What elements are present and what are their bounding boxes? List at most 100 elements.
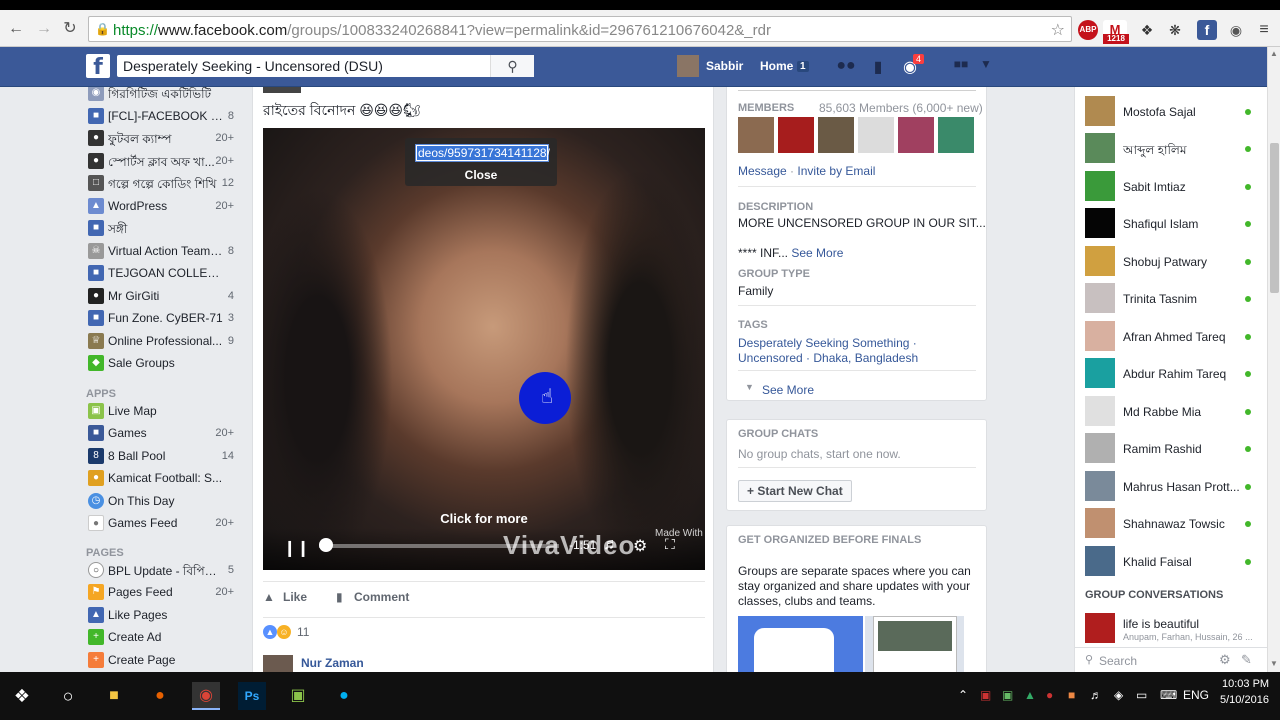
compose-icon[interactable]: ✎ [1241,652,1252,668]
commenter-name[interactable]: Nur Zaman [301,656,364,670]
video-url-field[interactable]: deos/959731734141128/ [415,144,550,162]
sidebar-page-item[interactable]: + Create Page [86,650,252,670]
sidebar-group-item[interactable]: ● Mr GirGiti 4 [86,286,252,306]
chat-contact[interactable]: Mahrus Hasan Prott... [1085,471,1265,503]
like-button[interactable]: Like [283,590,307,604]
camera-icon[interactable]: ◉ [1226,20,1246,40]
sidebar-group-item[interactable]: ◉ গিরগিটিজ একটিভিটি [86,87,252,103]
member-avatar[interactable] [898,117,934,153]
messages-icon[interactable]: ▮ [867,57,889,77]
sidebar-page-item[interactable]: + Create Ad [86,627,252,647]
back-icon[interactable]: ← [6,19,26,39]
forward-icon[interactable]: → [34,19,54,39]
progress-track[interactable] [319,544,559,548]
chat-settings-icon[interactable]: ⚙ [1219,652,1231,668]
click-for-more[interactable]: Click for more [263,511,705,526]
sidebar-app-item[interactable]: ▣ Live Map [86,401,252,421]
language-indicator[interactable]: ENG [1183,688,1209,702]
video-player[interactable]: deos/959731734141128/ Close ☝ Click for … [263,128,705,570]
chat-contact[interactable]: Shahnawaz Towsic [1085,508,1265,540]
facebook-logo-icon[interactable]: f [86,54,110,80]
facebook-search-input[interactable]: Desperately Seeking - Uncensored (DSU) ⚲ [117,55,534,77]
see-more-link[interactable]: See More [791,246,843,260]
clock-date[interactable]: 5/10/2016 [1220,694,1269,706]
settings-gear-icon[interactable]: ⚙ [633,536,647,556]
tags-line[interactable]: Desperately Seeking Something · [738,336,917,350]
comment-button[interactable]: Comment [354,590,409,604]
scroll-down-icon[interactable]: ▼ [1270,659,1278,668]
member-avatar[interactable] [778,117,814,153]
wifi-icon[interactable]: ◈ [1114,688,1123,702]
reactions-row[interactable]: ▲ ☺ 11 [263,617,705,645]
chat-contact[interactable]: Ramim Rashid [1085,433,1265,465]
tray-expand-icon[interactable]: ⌃ [958,688,968,702]
page-scrollbar[interactable]: ▲ ▼ [1267,47,1280,672]
start-new-chat-button[interactable]: + Start New Chat [738,480,852,502]
sidebar-group-item[interactable]: ■ সঙ্গী [86,218,252,238]
account-menu-icon[interactable]: ▼ [975,57,997,77]
chat-contact[interactable]: Shafiqul Islam [1085,208,1265,240]
puzzle-icon[interactable]: ❋ [1165,20,1185,40]
sidebar-group-item[interactable]: ● ফুটবল ক্যাম্প 20+ [86,128,252,148]
chat-contact[interactable]: আব্দুল হালিম [1085,133,1265,165]
winrar-icon[interactable]: ▣ [284,682,312,710]
menu-icon[interactable]: ≡ [1254,20,1274,40]
gmail-icon[interactable]: M 1218 [1103,20,1129,44]
privacy-icon[interactable]: ■■ [950,57,972,77]
chat-contact[interactable]: Khalid Faisal [1085,546,1265,578]
see-more-button[interactable]: See More [762,383,814,397]
progress-handle[interactable] [319,538,333,552]
adblock-icon[interactable]: ABP [1078,20,1098,40]
volume-icon[interactable]: ♬ [603,536,619,554]
user-avatar[interactable] [677,55,699,77]
sidebar-app-item[interactable]: ■ Games 20+ [86,423,252,443]
reload-icon[interactable]: ↻ [60,19,80,39]
battery-icon[interactable]: ▭ [1136,688,1147,702]
sidebar-page-item[interactable]: ⚑ Pages Feed 20+ [86,582,252,602]
chat-contact[interactable]: Trinita Tasnim [1085,283,1265,315]
scrollbar-thumb[interactable] [1270,143,1279,293]
invite-link[interactable]: Invite by Email [797,164,875,178]
search-icon[interactable]: ⚲ [490,55,534,77]
chat-contact[interactable]: Abdur Rahim Tareq [1085,358,1265,390]
sidebar-app-item[interactable]: ● Kamicat Football: S... [86,468,252,488]
extension-icon[interactable]: ❖ [1137,20,1157,40]
bookmark-star-icon[interactable]: ☆ [1051,20,1065,40]
scroll-up-icon[interactable]: ▲ [1270,49,1278,58]
member-avatar[interactable] [858,117,894,153]
commenter-avatar[interactable] [263,655,293,672]
keyboard-icon[interactable]: ⌨ [1160,688,1177,702]
sidebar-app-item[interactable]: ● Games Feed 20+ [86,513,252,533]
friend-requests-icon[interactable]: ●● [835,57,857,77]
sidebar-group-item[interactable]: ■ TEJGOAN COLLEG... [86,263,252,283]
firefox-icon[interactable]: ● [146,682,174,710]
home-link[interactable]: Home [760,59,793,73]
sidebar-page-item[interactable]: ▲ Like Pages [86,605,252,625]
member-avatar[interactable] [938,117,974,153]
sidebar-group-item[interactable]: ▲ WordPress 20+ [86,196,252,216]
skype-icon[interactable]: ● [330,682,358,710]
chat-contact[interactable]: Mostofa Sajal [1085,96,1265,128]
chat-contact[interactable]: Sabit Imtiaz [1085,171,1265,203]
chat-contact[interactable]: Md Rabbe Mia [1085,396,1265,428]
chat-contact[interactable]: Afran Ahmed Tareq [1085,321,1265,353]
windows-start-icon[interactable]: ❖ [8,682,36,710]
sidebar-group-item[interactable]: ♕ Online Professional... 9 [86,331,252,351]
sidebar-group-item[interactable]: □ গল্পে গল্পে কোডিং শিখি 12 [86,173,252,193]
cortana-icon[interactable]: ○ [54,682,82,710]
facebook-ext-icon[interactable]: f [1197,20,1217,40]
tray-app-icon[interactable]: ▲ [1024,688,1036,702]
volume-tray-icon[interactable]: ♬ [1090,688,1102,702]
sidebar-app-item[interactable]: 88 Ball Pool 14 [86,446,252,466]
message-link[interactable]: Message [738,164,787,178]
tags-line[interactable]: Uncensored · Dhaka, Bangladesh [738,351,918,365]
tray-app-icon[interactable]: ● [1046,688,1053,702]
sidebar-page-item[interactable]: ○ BPL Update - বিপিএ... 5 [86,560,252,580]
sidebar-app-item[interactable]: ◷ On This Day [86,491,252,511]
photoshop-icon[interactable]: Ps [238,682,266,710]
fullscreen-icon[interactable]: ⛶ [665,536,675,553]
tray-app-icon[interactable]: ▣ [1002,688,1013,702]
sidebar-group-item[interactable]: ■ Fun Zone. CyBER-71 3 [86,308,252,328]
clock-time[interactable]: 10:03 PM [1222,678,1269,690]
address-bar[interactable]: 🔒 https://www.facebook.com/groups/100833… [88,16,1072,42]
